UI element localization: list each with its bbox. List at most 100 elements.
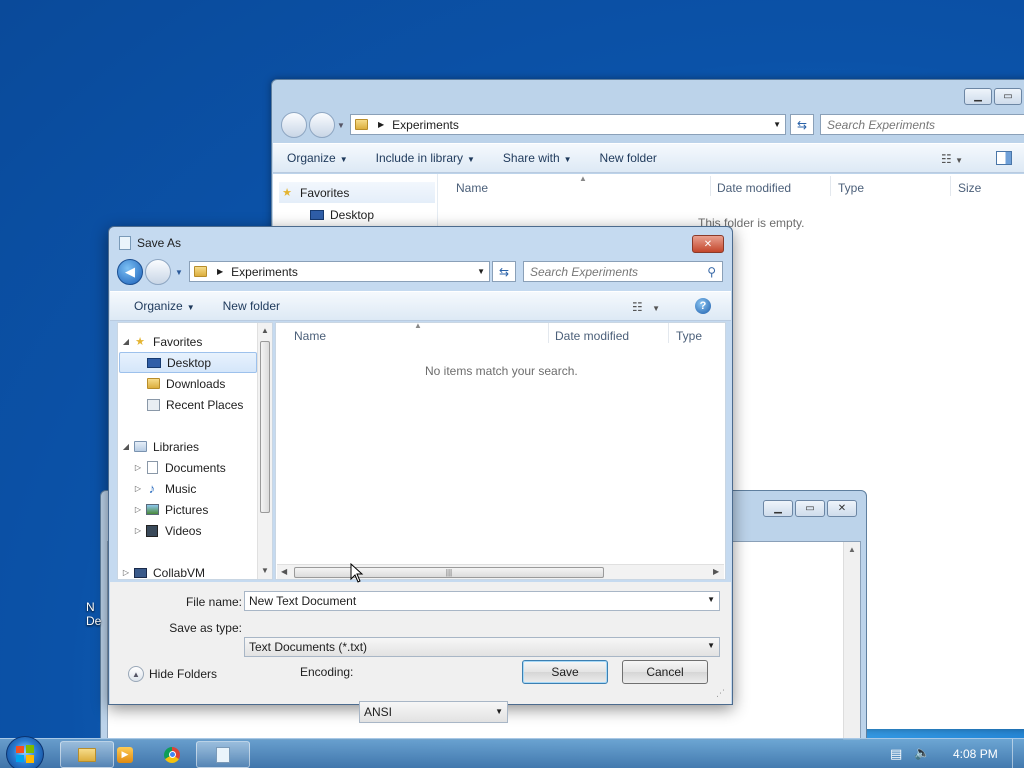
- horizontal-scrollbar[interactable]: ◀ ||| ▶: [277, 564, 724, 579]
- dialog-file-list: Name ▲ Date modified Type No items match…: [275, 321, 726, 580]
- tree-pictures[interactable]: ▷ Pictures: [132, 499, 208, 520]
- file-name-dropdown-icon[interactable]: ▼: [707, 595, 715, 604]
- dialog-search-input[interactable]: Search Experiments ⚲: [523, 261, 723, 282]
- back-button[interactable]: [281, 112, 307, 138]
- explorer-search-input[interactable]: Search Experiments: [820, 114, 1024, 135]
- network-icon[interactable]: ▤: [890, 746, 902, 762]
- nav-favorites[interactable]: ★ Favorites: [279, 182, 435, 203]
- nav-desktop-label: Desktop: [330, 207, 375, 222]
- show-desktop-button[interactable]: [1012, 739, 1024, 768]
- column-name[interactable]: Name: [294, 329, 326, 343]
- tree-libraries[interactable]: ◢ Libraries: [120, 436, 199, 457]
- help-icon[interactable]: ?: [695, 298, 711, 314]
- tree-documents[interactable]: ▷ Documents: [132, 457, 226, 478]
- forward-button[interactable]: [309, 112, 335, 138]
- organize-menu[interactable]: Organize ▼: [273, 151, 362, 165]
- encoding-label: Encoding:: [300, 665, 354, 679]
- column-divider[interactable]: [950, 176, 951, 196]
- preview-pane-icon[interactable]: [996, 151, 1012, 165]
- refresh-button[interactable]: ⇆: [790, 114, 814, 135]
- expand-icon[interactable]: ▷: [132, 526, 144, 535]
- search-icon[interactable]: ⚲: [707, 265, 716, 279]
- expand-icon[interactable]: ▷: [132, 505, 144, 514]
- hide-folders-button[interactable]: ▲ Hide Folders: [128, 666, 217, 682]
- file-name-input[interactable]: New Text Document ▼: [244, 591, 720, 611]
- scroll-left-icon[interactable]: ◀: [281, 567, 287, 576]
- minimize-button[interactable]: ▁: [763, 500, 793, 517]
- tree-videos[interactable]: ▷ Videos: [132, 520, 202, 541]
- breadcrumb-arrow-icon: ▶: [378, 120, 385, 129]
- horizontal-scroll-thumb[interactable]: |||: [294, 567, 604, 578]
- address-dropdown-icon[interactable]: ▼: [477, 267, 485, 276]
- scroll-down-icon[interactable]: ▼: [261, 566, 269, 575]
- column-name[interactable]: Name: [456, 181, 488, 195]
- column-type[interactable]: Type: [676, 329, 702, 343]
- views-icon[interactable]: ☷ ▼: [941, 152, 963, 166]
- save-as-type-dropdown-icon[interactable]: ▼: [707, 641, 715, 650]
- expand-icon[interactable]: ▷: [132, 463, 144, 472]
- scroll-up-icon[interactable]: ▲: [848, 545, 856, 554]
- views-icon[interactable]: ☷ ▼: [632, 300, 660, 314]
- tree-desktop[interactable]: Desktop: [119, 352, 257, 373]
- tree-favorites[interactable]: ◢ ★ Favorites: [120, 331, 202, 352]
- address-dropdown-icon[interactable]: ▼: [773, 120, 781, 129]
- tree-recent-places-label: Recent Places: [166, 397, 244, 412]
- tree-music[interactable]: ▷ ♪ Music: [132, 478, 196, 499]
- resize-grip-icon[interactable]: ⋰: [716, 688, 725, 699]
- save-button[interactable]: Save: [522, 660, 608, 684]
- history-dropdown-icon[interactable]: ▼: [175, 268, 183, 277]
- cancel-button[interactable]: Cancel: [622, 660, 708, 684]
- expand-icon[interactable]: ▷: [120, 568, 132, 577]
- history-dropdown-icon[interactable]: ▼: [337, 121, 345, 130]
- column-divider[interactable]: [668, 323, 669, 343]
- downloads-icon: [145, 377, 161, 391]
- minimize-button[interactable]: ▁: [964, 88, 992, 105]
- explorer-address-bar[interactable]: ▶ Experiments ▼: [350, 114, 786, 135]
- expand-icon[interactable]: ▷: [132, 484, 144, 493]
- save-as-type-select[interactable]: Text Documents (*.txt) ▼: [244, 637, 720, 657]
- back-button[interactable]: ◀: [117, 259, 143, 285]
- taskbar-chrome-button[interactable]: [150, 741, 194, 768]
- volume-icon[interactable]: 🔈: [914, 745, 930, 761]
- dialog-titlebar: Save As: [119, 236, 181, 250]
- share-with-menu[interactable]: Share with ▼: [489, 151, 586, 165]
- include-in-library-menu[interactable]: Include in library ▼: [362, 151, 489, 165]
- start-button[interactable]: [6, 736, 44, 768]
- tree-downloads[interactable]: Downloads: [145, 373, 225, 394]
- refresh-button[interactable]: ⇆: [492, 261, 516, 282]
- collapse-icon[interactable]: ◢: [120, 442, 132, 451]
- breadcrumb-experiments[interactable]: Experiments: [392, 118, 459, 132]
- desktop-icon-label-partial[interactable]: N De: [86, 600, 101, 628]
- taskbar-notepad-button[interactable]: [196, 741, 250, 768]
- column-date-modified[interactable]: Date modified: [555, 329, 629, 343]
- maximize-button[interactable]: ▭: [795, 500, 825, 517]
- tree-scrollbar[interactable]: ▲ ▼: [257, 323, 272, 579]
- tree-recent-places[interactable]: Recent Places: [145, 394, 243, 415]
- forward-button[interactable]: [145, 259, 171, 285]
- column-divider[interactable]: [710, 176, 711, 196]
- scroll-up-icon[interactable]: ▲: [261, 326, 269, 335]
- encoding-select[interactable]: ANSI ▼: [359, 701, 508, 723]
- maximize-button[interactable]: ▭: [994, 88, 1022, 105]
- collapse-icon[interactable]: ◢: [120, 337, 132, 346]
- breadcrumb-experiments[interactable]: Experiments: [231, 265, 298, 279]
- clock[interactable]: 4:08 PM: [953, 747, 998, 761]
- vertical-scrollbar[interactable]: ▲: [843, 542, 860, 740]
- close-button[interactable]: ✕: [692, 235, 724, 253]
- dialog-address-bar[interactable]: ▶ Experiments ▼: [189, 261, 490, 282]
- new-folder-button[interactable]: New folder: [586, 151, 671, 165]
- new-folder-button[interactable]: New folder: [209, 299, 294, 313]
- column-divider[interactable]: [830, 176, 831, 196]
- tree-scroll-thumb[interactable]: [260, 341, 270, 513]
- nav-desktop[interactable]: Desktop: [309, 204, 374, 225]
- column-date-modified[interactable]: Date modified: [717, 181, 791, 195]
- scroll-right-icon[interactable]: ▶: [713, 567, 719, 576]
- column-size[interactable]: Size: [958, 181, 981, 195]
- column-type[interactable]: Type: [838, 181, 864, 195]
- encoding-dropdown-icon[interactable]: ▼: [495, 707, 503, 716]
- column-divider[interactable]: [548, 323, 549, 343]
- taskbar-media-player-button[interactable]: ▶: [103, 741, 147, 768]
- tree-collabvm[interactable]: ▷ CollabVM: [120, 562, 205, 583]
- close-button[interactable]: ✕: [827, 500, 857, 517]
- organize-menu[interactable]: Organize ▼: [110, 299, 209, 313]
